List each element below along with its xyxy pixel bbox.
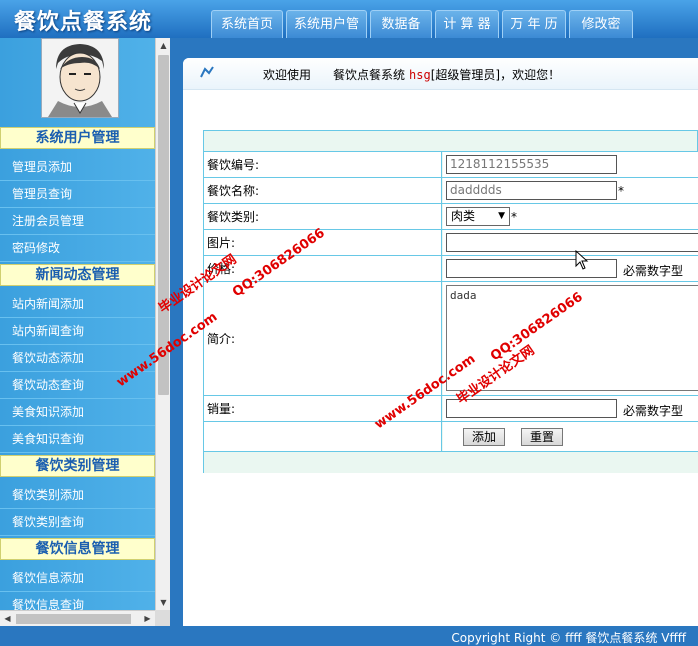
price-field[interactable] [446,259,617,278]
code-field[interactable]: 1218112155535 [446,155,617,174]
welcome-username: hsg [409,68,431,82]
menu-item-food-info-add[interactable]: 餐饮信息添加 [0,565,155,592]
menu-item-category-query[interactable]: 餐饮类别查询 [0,509,155,536]
row-category: 餐饮类别: 肉类 ▼ * [204,203,698,229]
menu-item-admin-query[interactable]: 管理员查询 [0,181,155,208]
scroll-up-icon[interactable]: ▲ [156,38,171,53]
menu-group-news[interactable]: 新闻动态管理 [0,264,155,286]
footer: Copyright Right © ffff 餐饮点餐系统 Vffff [0,626,698,646]
avatar [41,38,119,118]
menu-item-food-knowledge-add[interactable]: 美食知识添加 [0,399,155,426]
welcome-role: [超级管理员]，欢迎您！ [430,68,561,82]
sidebar: 系统用户管理 管理员添加 管理员查询 注册会员管理 密码修改 新闻动态管理 站内… [0,38,170,626]
top-nav: 系统首页 系统用户管理 数据备份 计 算 器 万 年 历 修改密码 [211,10,636,59]
menu-group-food-info[interactable]: 餐饮信息管理 [0,538,155,560]
welcome-message: 欢迎使用 餐饮点餐系统 hsg[超级管理员]，欢迎您！ [263,66,560,83]
image-field[interactable] [446,233,698,252]
menu-item-food-info-query[interactable]: 餐饮信息查询 [0,592,155,610]
form-bottom-band [204,451,698,473]
name-label: 餐饮名称: [204,178,442,203]
row-buttons: 添加 重置 [204,421,698,451]
menu-item-category-add[interactable]: 餐饮类别添加 [0,482,155,509]
menu-item-site-news-query[interactable]: 站内新闻查询 [0,318,155,345]
category-selected-value: 肉类 [451,209,476,223]
menu-item-site-news-add[interactable]: 站内新闻添加 [0,291,155,318]
avatar-image [42,39,118,117]
scroll-left-icon[interactable]: ◀ [0,611,15,627]
sidebar-menu: 系统用户管理 管理员添加 管理员查询 注册会员管理 密码修改 新闻动态管理 站内… [0,38,155,610]
row-name: 餐饮名称: dadddds * [204,177,698,203]
welcome-system-name: 餐饮点餐系统 [333,68,406,82]
row-sales: 销量: 必需数字型 [204,395,698,421]
welcome-bar: 欢迎使用 餐饮点餐系统 hsg[超级管理员]，欢迎您！ [183,58,698,90]
name-field[interactable]: dadddds [446,181,617,200]
price-label: 价格: [204,256,442,281]
tab-calendar[interactable]: 万 年 历 [502,10,566,38]
name-required-mark: * [618,184,624,198]
menu-group-user[interactable]: 系统用户管理 [0,127,155,149]
code-label: 餐饮编号: [204,152,442,177]
row-image: 图片: [204,229,698,255]
row-code: 餐饮编号: 1218112155535 [204,151,698,177]
scroll-thumb-horizontal[interactable] [16,614,131,624]
food-info-form: 餐饮编号: 1218112155535 餐饮名称: dadddds * 餐饮类别… [203,130,698,473]
menu-group-category[interactable]: 餐饮类别管理 [0,455,155,477]
scroll-down-icon[interactable]: ▼ [156,595,171,610]
scroll-right-icon[interactable]: ▶ [140,611,155,627]
copyright-text: Copyright Right © ffff 餐饮点餐系统 Vffff [451,631,686,645]
tab-backup[interactable]: 数据备份 [370,10,432,59]
main-area: 欢迎使用 餐饮点餐系统 hsg[超级管理员]，欢迎您！ 餐饮编号: 12181121… [170,38,698,626]
chevron-down-icon: ▼ [498,211,505,221]
menu-item-member-manage[interactable]: 注册会员管理 [0,208,155,235]
add-button[interactable]: 添加 [463,428,505,446]
tab-change-password[interactable]: 修改密码 [569,10,633,59]
app-header: 餐饮点餐系统 系统首页 系统用户管理 数据备份 计 算 器 万 年 历 修改密码 [0,0,698,59]
content-panel: 欢迎使用 餐饮点餐系统 hsg[超级管理员]，欢迎您！ 餐饮编号: 12181121… [183,58,698,626]
user-icon [199,65,215,79]
sales-hint: 必需数字型 [623,404,684,418]
tab-calculator[interactable]: 计 算 器 [435,10,499,38]
buttons-label-cell [204,422,442,451]
menu-item-food-knowledge-query[interactable]: 美食知识查询 [0,426,155,453]
sales-field[interactable] [446,399,617,418]
menu-item-password-change[interactable]: 密码修改 [0,235,155,262]
category-required-mark: * [511,210,517,224]
scroll-corner [155,610,170,626]
category-label: 餐饮类别: [204,204,442,229]
app-logo: 餐饮点餐系统 [14,9,153,35]
welcome-greet: 欢迎使用 [263,68,312,82]
tab-user-management[interactable]: 系统用户管理 [286,10,367,59]
price-hint: 必需数字型 [623,264,684,278]
sidebar-horizontal-scrollbar[interactable]: ◀ ▶ [0,610,155,626]
category-select[interactable]: 肉类 ▼ [446,207,510,226]
reset-button[interactable]: 重置 [521,428,563,446]
menu-item-admin-add[interactable]: 管理员添加 [0,154,155,181]
mouse-cursor-icon [575,250,589,270]
tab-home[interactable]: 系统首页 [211,10,283,38]
sidebar-vertical-scrollbar[interactable]: ▲ ▼ [155,38,170,610]
